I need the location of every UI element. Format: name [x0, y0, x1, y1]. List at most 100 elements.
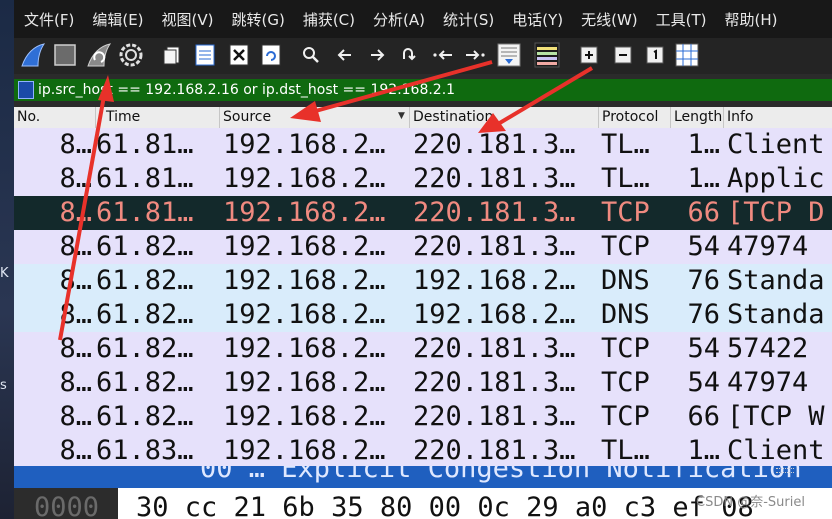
menu-statistics[interactable]: 统计(S) [433, 9, 502, 30]
packet-cell-info: 47974 [727, 367, 809, 398]
display-filter-bar: ip.src_host == 192.168.2.16 or ip.dst_ho… [14, 78, 832, 101]
packet-cell-length: 54 [687, 231, 720, 262]
menu-telephony[interactable]: 电话(Y) [502, 9, 571, 30]
column-header-destination[interactable]: Destination [410, 107, 599, 128]
packet-row[interactable]: 8… 61.81… 192.168.2… 220.181.3… TCP 66 [TCP D [14, 196, 832, 230]
packet-cell-info: Standa [727, 265, 825, 296]
packet-cell-source: 192.168.2… [223, 401, 386, 432]
packet-cell-length: 1… [687, 435, 720, 466]
packet-cell-no: 8… [59, 367, 92, 398]
packet-cell-destination: 220.181.3… [413, 401, 576, 432]
menu-view[interactable]: 视图(V) [152, 9, 222, 30]
pane-resize-handle[interactable] [776, 468, 794, 473]
packet-cell-time: 61.82… [96, 333, 194, 364]
shark-fin-restart-icon[interactable] [86, 42, 112, 68]
packet-cell-no: 8… [59, 129, 92, 160]
packet-cell-no: 8… [59, 299, 92, 330]
column-header-info[interactable]: Info [724, 107, 832, 128]
menu-go[interactable]: 跳转(G) [222, 9, 293, 30]
zoom-out-icon[interactable] [610, 42, 636, 68]
packet-cell-no: 8… [59, 401, 92, 432]
packet-cell-time: 61.82… [96, 265, 194, 296]
desktop-edge-letter: K [0, 266, 9, 281]
go-forward-icon[interactable] [364, 42, 390, 68]
hex-bytes[interactable]: 30 cc 21 6b 35 80 00 0c 29 a0 c3 ef 08 [136, 492, 754, 519]
packet-row[interactable]: 8… 61.82… 192.168.2… 192.168.2… DNS 76 Standa [14, 298, 832, 332]
gear-options-icon[interactable] [118, 42, 144, 68]
auto-scroll-icon[interactable] [496, 42, 522, 68]
packet-cell-source: 192.168.2… [223, 231, 386, 262]
menu-edit[interactable]: 编辑(E) [82, 9, 151, 30]
packet-row[interactable]: 8… 61.82… 192.168.2… 220.181.3… TCP 66 [TCP W [14, 400, 832, 434]
menu-analyze[interactable]: 分析(A) [363, 9, 433, 30]
menu-file[interactable]: 文件(F) [14, 9, 82, 30]
packet-cell-source: 192.168.2… [223, 333, 386, 364]
reload-icon[interactable] [258, 42, 284, 68]
menu-tools[interactable]: 工具(T) [646, 9, 715, 30]
colorize-icon[interactable] [534, 42, 560, 68]
resize-columns-icon[interactable] [674, 42, 700, 68]
packet-list-header: No. Time Source Destination Protocol Len… [14, 107, 832, 129]
open-file-icon[interactable] [160, 42, 186, 68]
packet-cell-destination: 192.168.2… [413, 299, 576, 330]
normal-size-icon[interactable] [642, 42, 668, 68]
hex-offset: 0000 [34, 492, 100, 519]
packet-cell-source: 192.168.2… [223, 299, 386, 330]
packet-cell-info: Standa [727, 299, 825, 330]
packet-cell-length: 1… [687, 163, 720, 194]
packet-row[interactable]: 8… 61.82… 192.168.2… 220.181.3… TCP 54 57422 [14, 332, 832, 366]
packet-cell-time: 61.81… [96, 129, 194, 160]
packet-cell-destination: 220.181.3… [413, 231, 576, 262]
packet-detail-line[interactable]: 00 … Explicit Congestion Notification [200, 466, 801, 484]
close-file-icon[interactable] [226, 42, 252, 68]
menu-help[interactable]: 帮助(H) [715, 9, 786, 30]
packet-cell-time: 61.82… [96, 367, 194, 398]
packet-cell-protocol: TL… [601, 435, 650, 466]
packet-cell-source: 192.168.2… [223, 435, 386, 466]
bookmark-icon[interactable] [18, 81, 34, 99]
last-packet-icon[interactable] [462, 42, 488, 68]
zoom-in-icon[interactable] [576, 42, 602, 68]
packet-cell-destination: 220.181.3… [413, 367, 576, 398]
packet-cell-time: 61.82… [96, 401, 194, 432]
packet-cell-info: Client [727, 129, 825, 160]
packet-row[interactable]: 8… 61.81… 192.168.2… 220.181.3… TL… 1… Client [14, 128, 832, 162]
go-back-icon[interactable] [332, 42, 358, 68]
column-header-no[interactable]: No. [14, 107, 96, 128]
column-header-protocol[interactable]: Protocol [599, 107, 671, 128]
packet-row[interactable]: 8… 61.82… 192.168.2… 220.181.3… TCP 54 47974 [14, 230, 832, 264]
packet-cell-length: 1… [687, 129, 720, 160]
packet-cell-protocol: TCP [601, 333, 650, 364]
packet-cell-protocol: DNS [601, 299, 650, 330]
column-header-time[interactable]: Time [96, 107, 220, 128]
packet-cell-info: [TCP W [727, 401, 825, 432]
save-file-icon[interactable] [192, 42, 218, 68]
packet-cell-info: 57422 [727, 333, 809, 364]
packet-row[interactable]: 8… 61.83… 192.168.2… 220.181.3… TL… 1… Client [14, 434, 832, 466]
packet-cell-time: 61.81… [96, 197, 194, 228]
column-header-source[interactable]: Source [220, 107, 410, 128]
packet-row[interactable]: 8… 61.82… 192.168.2… 192.168.2… DNS 76 Standa [14, 264, 832, 298]
menu-wireless[interactable]: 无线(W) [571, 9, 646, 30]
packet-cell-length: 54 [687, 367, 720, 398]
packet-cell-no: 8… [59, 265, 92, 296]
go-to-packet-icon[interactable] [396, 42, 422, 68]
packet-cell-destination: 192.168.2… [413, 265, 576, 296]
packet-row[interactable]: 8… 61.81… 192.168.2… 220.181.3… TL… 1… Applic [14, 162, 832, 196]
first-packet-icon[interactable] [430, 42, 456, 68]
column-header-length[interactable]: Length [671, 107, 724, 128]
search-icon[interactable] [298, 42, 324, 68]
packet-cell-info: [TCP D [727, 197, 825, 228]
packet-cell-protocol: TCP [601, 231, 650, 262]
stop-square-icon[interactable] [52, 42, 78, 68]
packet-cell-protocol: TL… [601, 129, 650, 160]
packet-row[interactable]: 8… 61.82… 192.168.2… 220.181.3… TCP 54 47974 [14, 366, 832, 400]
packet-cell-protocol: DNS [601, 265, 650, 296]
packet-cell-source: 192.168.2… [223, 265, 386, 296]
packet-cell-info: Client [727, 435, 825, 466]
packet-cell-protocol: TCP [601, 401, 650, 432]
display-filter-input[interactable]: ip.src_host == 192.168.2.16 or ip.dst_ho… [38, 81, 828, 99]
shark-fin-start-icon[interactable] [20, 42, 46, 68]
desktop-edge-letter: s [0, 378, 7, 393]
menu-capture[interactable]: 捕获(C) [293, 9, 363, 30]
